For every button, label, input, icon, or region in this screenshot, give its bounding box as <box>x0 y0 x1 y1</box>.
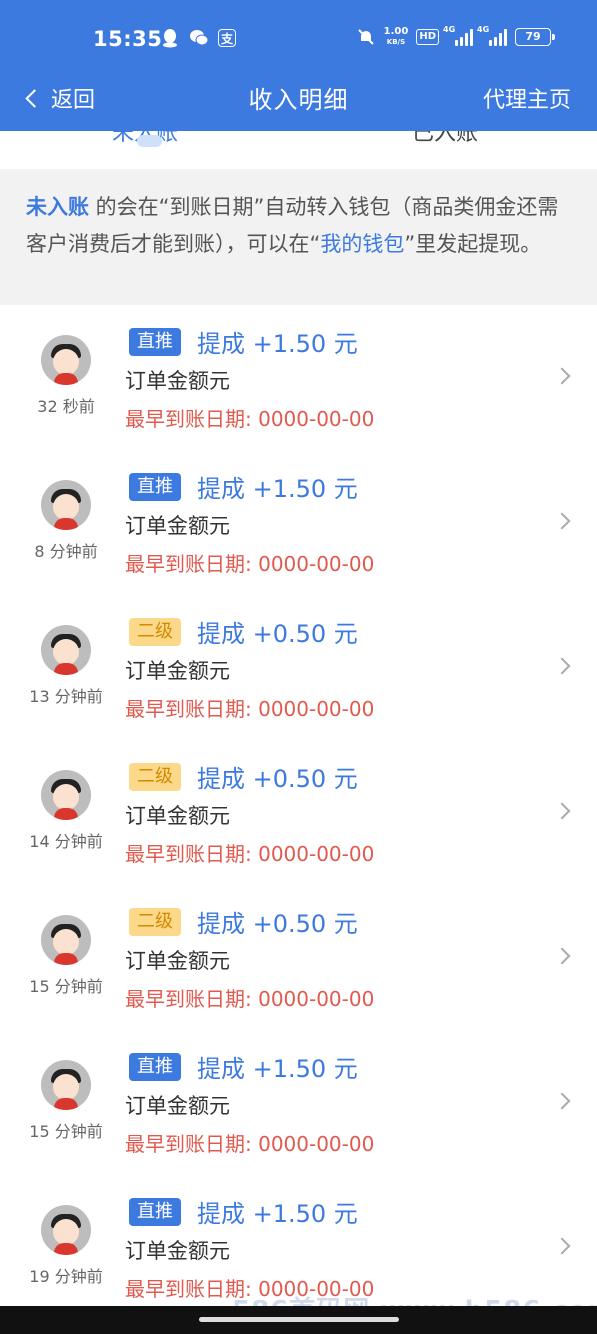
avatar <box>41 770 91 820</box>
order-amount: 订单金额元 <box>125 369 230 393</box>
wallet-link[interactable]: 我的钱包 <box>320 232 404 256</box>
chevron-right-icon <box>553 802 571 820</box>
order-amount: 订单金额元 <box>125 949 230 973</box>
earliest-date: 最早到账日期: 0000-00-00 <box>125 1132 375 1156</box>
commission-amount: 提成 +1.50 元 <box>197 1200 358 1228</box>
list-item[interactable]: 15 分钟前 直推 提成 +1.50 元 订单金额元 最早到账日期: 0000-… <box>0 1030 597 1175</box>
commission-amount: 提成 +0.50 元 <box>197 620 358 648</box>
order-amount: 订单金额元 <box>125 514 230 538</box>
signal-icon-2: 4G <box>477 25 507 46</box>
list-item[interactable]: 32 秒前 直推 提成 +1.50 元 订单金额元 最早到账日期: 0000-0… <box>0 305 597 450</box>
order-amount: 订单金额元 <box>125 804 230 828</box>
earliest-date: 最早到账日期: 0000-00-00 <box>125 552 375 576</box>
level-badge: 二级 <box>129 618 181 646</box>
avatar <box>41 1205 91 1255</box>
notice-term: 未入账 <box>26 195 89 219</box>
time-ago: 15 分钟前 <box>29 977 103 996</box>
app-header: 15:35 支 1.00 KB/S HD 4G 4G 79 返回 收入明细 代理… <box>0 0 597 131</box>
status-time: 15:35 <box>93 27 163 51</box>
tab-settled[interactable]: 已入账 <box>412 131 478 147</box>
avatar <box>41 915 91 965</box>
order-amount: 订单金额元 <box>125 659 230 683</box>
earliest-date: 最早到账日期: 0000-00-00 <box>125 697 375 721</box>
qq-icon <box>160 28 180 48</box>
notification-icons: 支 <box>160 28 236 48</box>
earliest-date: 最早到账日期: 0000-00-00 <box>125 987 375 1011</box>
net-speed-unit: KB/S <box>386 38 406 46</box>
time-ago: 13 分钟前 <box>29 687 103 706</box>
time-ago: 32 秒前 <box>37 397 95 416</box>
list-item[interactable]: 14 分钟前 二级 提成 +0.50 元 订单金额元 最早到账日期: 0000-… <box>0 740 597 885</box>
avatar <box>41 480 91 530</box>
tab-indicator <box>137 135 162 147</box>
time-ago: 8 分钟前 <box>34 542 98 561</box>
home-indicator[interactable] <box>199 1317 399 1322</box>
nav-bar: 返回 收入明细 代理主页 <box>0 70 597 122</box>
signal-icon-1: 4G <box>443 25 473 46</box>
level-badge: 直推 <box>129 1198 181 1226</box>
avatar <box>41 625 91 675</box>
mute-bell-icon <box>356 27 376 47</box>
time-ago: 14 分钟前 <box>29 832 103 851</box>
notice-banner: 未入账 的会在“到账日期”自动转入钱包（商品类佣金还需客户消费后才能到账），可以… <box>0 169 597 305</box>
order-amount: 订单金额元 <box>125 1239 230 1263</box>
level-badge: 直推 <box>129 473 181 501</box>
notice-text-2: ”里发起提现。 <box>404 232 542 256</box>
net-speed-value: 1.00 <box>383 26 409 37</box>
status-bar: 15:35 支 1.00 KB/S HD 4G 4G 79 <box>0 0 597 80</box>
level-badge: 直推 <box>129 328 181 356</box>
commission-amount: 提成 +1.50 元 <box>197 330 358 358</box>
agent-home-link[interactable]: 代理主页 <box>483 82 571 114</box>
battery-icon: 79 <box>515 28 555 46</box>
commission-amount: 提成 +1.50 元 <box>197 475 358 503</box>
level-badge: 二级 <box>129 908 181 936</box>
list-item[interactable]: 8 分钟前 直推 提成 +1.50 元 订单金额元 最早到账日期: 0000-0… <box>0 450 597 595</box>
tab-bar: 未入账 已入账 <box>0 131 597 169</box>
system-status-icons: 1.00 KB/S HD 4G 4G 79 <box>356 25 555 47</box>
wechat-icon <box>189 28 209 48</box>
time-ago: 19 分钟前 <box>29 1267 103 1286</box>
avatar <box>41 1060 91 1110</box>
chevron-right-icon <box>553 1237 571 1255</box>
commission-amount: 提成 +0.50 元 <box>197 910 358 938</box>
chevron-right-icon <box>553 1092 571 1110</box>
network-type-2: 4G <box>477 25 490 34</box>
time-ago: 15 分钟前 <box>29 1122 103 1141</box>
chevron-right-icon <box>553 512 571 530</box>
net-speed: 1.00 KB/S <box>384 27 409 47</box>
chevron-right-icon <box>553 657 571 675</box>
commission-amount: 提成 +1.50 元 <box>197 1055 358 1083</box>
chevron-right-icon <box>553 947 571 965</box>
network-type-1: 4G <box>443 25 456 34</box>
earliest-date: 最早到账日期: 0000-00-00 <box>125 842 375 866</box>
income-list: 32 秒前 直推 提成 +1.50 元 订单金额元 最早到账日期: 0000-0… <box>0 305 597 1320</box>
hd-badge: HD <box>416 29 439 45</box>
order-amount: 订单金额元 <box>125 1094 230 1118</box>
list-item[interactable]: 15 分钟前 二级 提成 +0.50 元 订单金额元 最早到账日期: 0000-… <box>0 885 597 1030</box>
avatar <box>41 335 91 385</box>
list-item[interactable]: 13 分钟前 二级 提成 +0.50 元 订单金额元 最早到账日期: 0000-… <box>0 595 597 740</box>
earliest-date: 最早到账日期: 0000-00-00 <box>125 407 375 431</box>
system-nav-bar <box>0 1306 597 1334</box>
commission-amount: 提成 +0.50 元 <box>197 765 358 793</box>
alipay-icon: 支 <box>218 29 236 47</box>
level-badge: 直推 <box>129 1053 181 1081</box>
chevron-right-icon <box>553 367 571 385</box>
level-badge: 二级 <box>129 763 181 791</box>
